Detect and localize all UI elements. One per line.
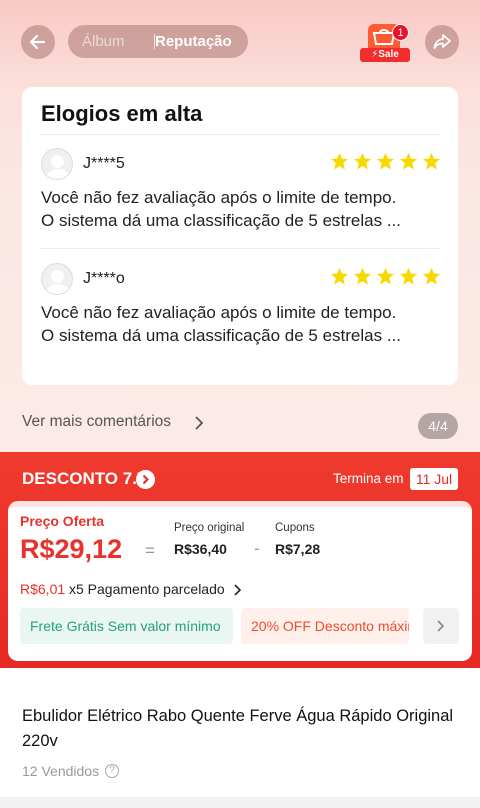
divider [41,134,441,135]
arrow-left-icon [29,34,46,50]
offer-price: R$29,12 [20,534,123,564]
cart-count-badge: 1 [392,24,409,41]
chevron-right-icon[interactable] [136,470,155,489]
minus-sign: - [254,539,260,558]
price-card: Preço Oferta R$29,12 = Preço original R$… [8,501,472,661]
original-price-label: Preço original [174,522,245,534]
star-icon [399,152,418,170]
product-title: Ebulidor Elétrico Rabo Quente Ferve Água… [22,707,454,750]
installment-text[interactable]: x5 Pagamento parcelado [69,581,225,597]
discount-banner: DESCONTO 7.7 Termina em 11 Jul Preço Ofe… [0,452,480,668]
review-text-line: Você não fez avaliação após o limite de … [41,303,397,322]
review-text-line: O sistema dá uma classificação de 5 estr… [41,211,401,230]
review-username: J****o [83,270,125,287]
chevron-right-icon[interactable] [193,414,205,432]
share-button[interactable] [425,25,459,59]
share-icon [433,34,451,49]
avatar [41,263,73,295]
avatar [41,148,73,180]
review-text: Você não fez avaliação após o limite de … [41,301,441,347]
star-icon [330,267,349,285]
star-icon [376,267,395,285]
installment-amount[interactable]: R$6,01 [20,581,65,597]
star-rating [330,152,441,171]
see-more-comments-link[interactable]: Ver mais comentários [22,413,171,431]
tab-album[interactable]: Álbum [82,25,125,58]
ends-date: 11 Jul [410,468,458,490]
section-divider [0,797,480,808]
view-toggle: Álbum Reputação [68,25,248,58]
coupon-value: R$7,28 [275,541,321,557]
back-button[interactable] [21,25,55,59]
sale-label-text: Sale [378,49,399,60]
top-reviews-card: Elogios em alta J****5 Você não fez aval… [22,87,458,385]
star-icon [376,152,395,170]
review-text-line: O sistema dá uma classificação de 5 estr… [41,326,401,345]
coupon-label: Cupons [275,522,315,534]
star-icon [353,152,372,170]
star-icon [330,152,349,170]
image-counter: 4/4 [418,413,458,439]
original-price: R$36,40 [174,541,227,557]
review-text: Você não fez avaliação após o limite de … [41,186,441,232]
ends-label: Termina em [333,471,404,486]
offer-label: Preço Oferta [20,513,105,529]
star-icon [353,267,372,285]
sale-label: ⚡Sale [360,48,410,62]
star-icon [422,152,441,170]
star-icon [399,267,418,285]
star-rating [330,267,441,286]
more-offers-button[interactable] [423,608,459,644]
tab-reputacao[interactable]: Reputação [155,25,232,58]
cart-button[interactable]: 1 ⚡Sale [360,22,410,64]
equals-sign: = [145,541,155,560]
discount-chip[interactable]: 20% OFF Desconto máximo [241,608,409,644]
promo-title: DESCONTO 7.7 [22,469,147,488]
star-icon [422,267,441,285]
review-text-line: Você não fez avaliação após o limite de … [41,188,397,207]
chevron-right-icon[interactable] [233,583,243,597]
chevron-right-icon [437,620,445,632]
divider [41,248,441,249]
free-shipping-chip[interactable]: Frete Grátis Sem valor mínimo [20,608,233,644]
sold-count: 12 Vendidos [22,763,100,779]
help-icon[interactable]: ? [105,764,119,778]
reviews-title: Elogios em alta [41,101,203,126]
review-username: J****5 [83,155,125,172]
